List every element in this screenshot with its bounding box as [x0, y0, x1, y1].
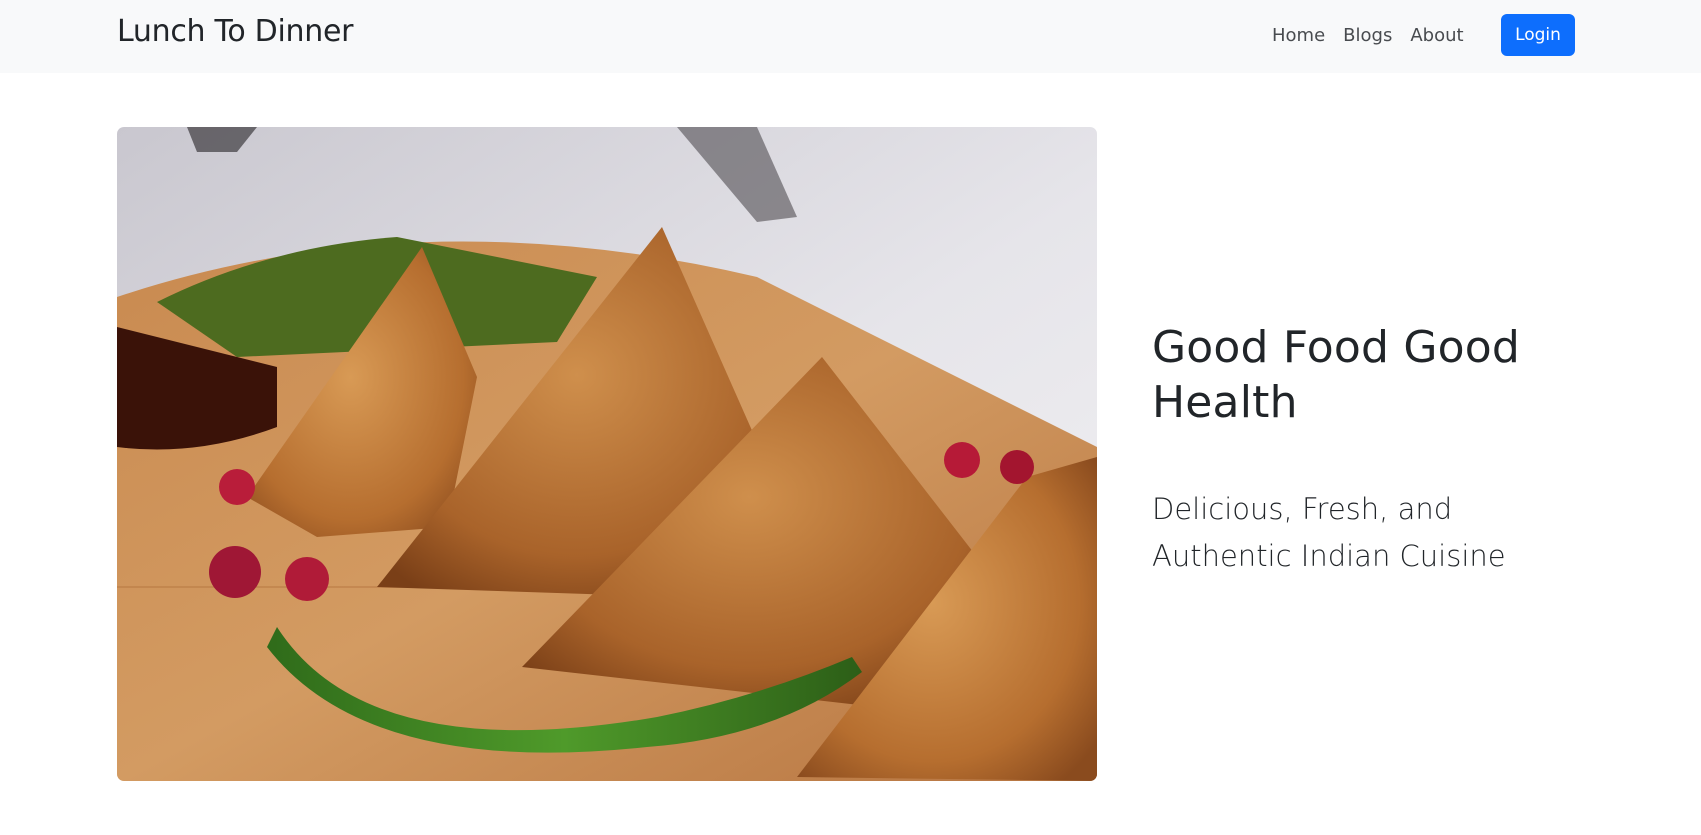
hero-subtitle: Delicious, Fresh, and Authentic Indian C… — [1152, 492, 1506, 573]
hero-title: Good Food Good Health — [1152, 322, 1521, 428]
nav-links: Home Blogs About — [1263, 22, 1473, 50]
nav-link-about[interactable]: About — [1401, 22, 1472, 50]
hero-image — [117, 127, 1097, 781]
login-button[interactable]: Login — [1501, 14, 1575, 56]
navbar: Lunch To Dinner Home Blogs About Login — [0, 0, 1701, 73]
hero-text: Good Food Good Health Delicious, Fresh, … — [1152, 320, 1622, 580]
nav-link-blogs[interactable]: Blogs — [1334, 22, 1401, 50]
samosa-plate-illustration — [117, 127, 1097, 781]
nav-link-home[interactable]: Home — [1263, 22, 1334, 50]
brand-link[interactable]: Lunch To Dinner — [117, 12, 353, 52]
